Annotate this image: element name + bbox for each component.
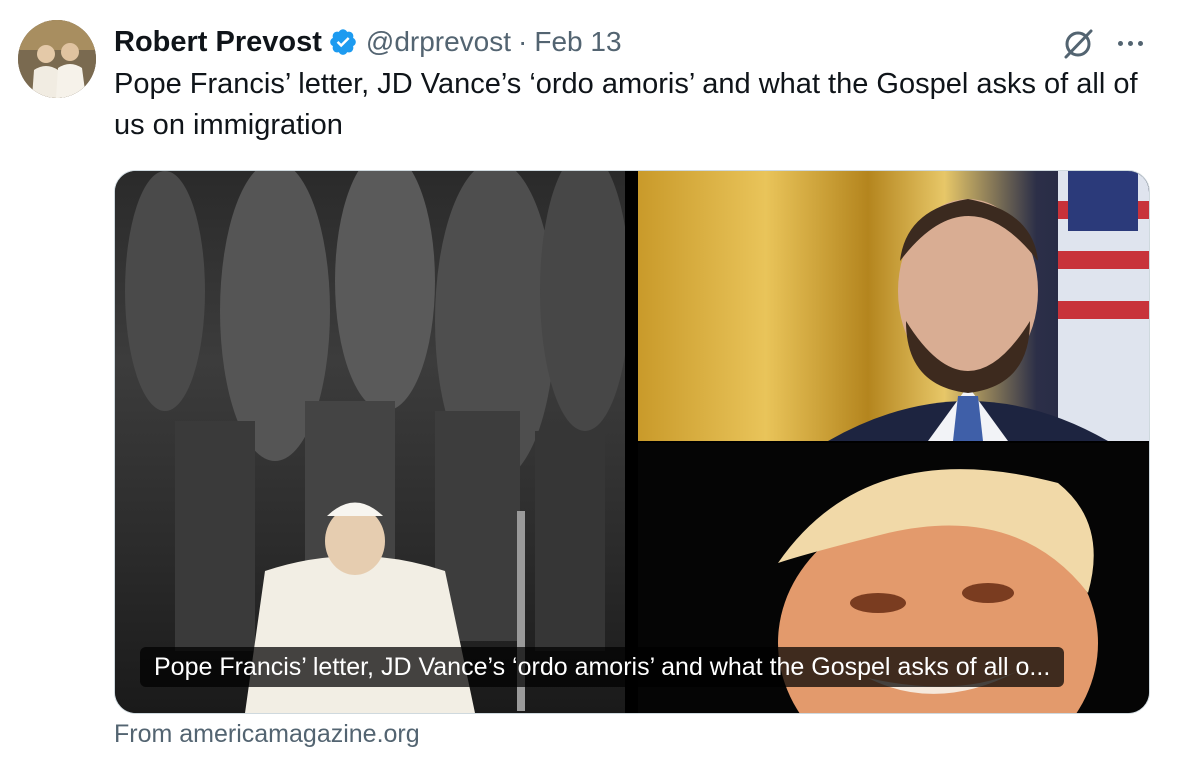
card-image-vance <box>638 171 1149 441</box>
author-name[interactable]: Robert Prevost <box>114 26 322 59</box>
separator-dot: · <box>518 26 528 57</box>
card-image-statue-pope <box>115 171 625 713</box>
verified-badge-icon[interactable] <box>328 27 358 57</box>
author-handle[interactable]: @drprevost <box>366 26 511 58</box>
card-caption: Pope Francis’ letter, JD Vance’s ‘ordo a… <box>140 647 1065 687</box>
avatar[interactable] <box>18 20 96 98</box>
more-options-icon[interactable] <box>1110 28 1150 58</box>
tweet-header: Robert Prevost @drprevost · Feb 13 <box>114 22 622 62</box>
tweet-date[interactable]: Feb 13 <box>534 26 621 58</box>
grok-icon[interactable] <box>1058 24 1098 64</box>
tweet-text: Pope Francis’ letter, JD Vance’s ‘ordo a… <box>114 68 1138 141</box>
link-card[interactable]: Pope Francis’ letter, JD Vance’s ‘ordo a… <box>114 170 1150 714</box>
card-source-link[interactable]: From americamagazine.org <box>114 720 420 749</box>
